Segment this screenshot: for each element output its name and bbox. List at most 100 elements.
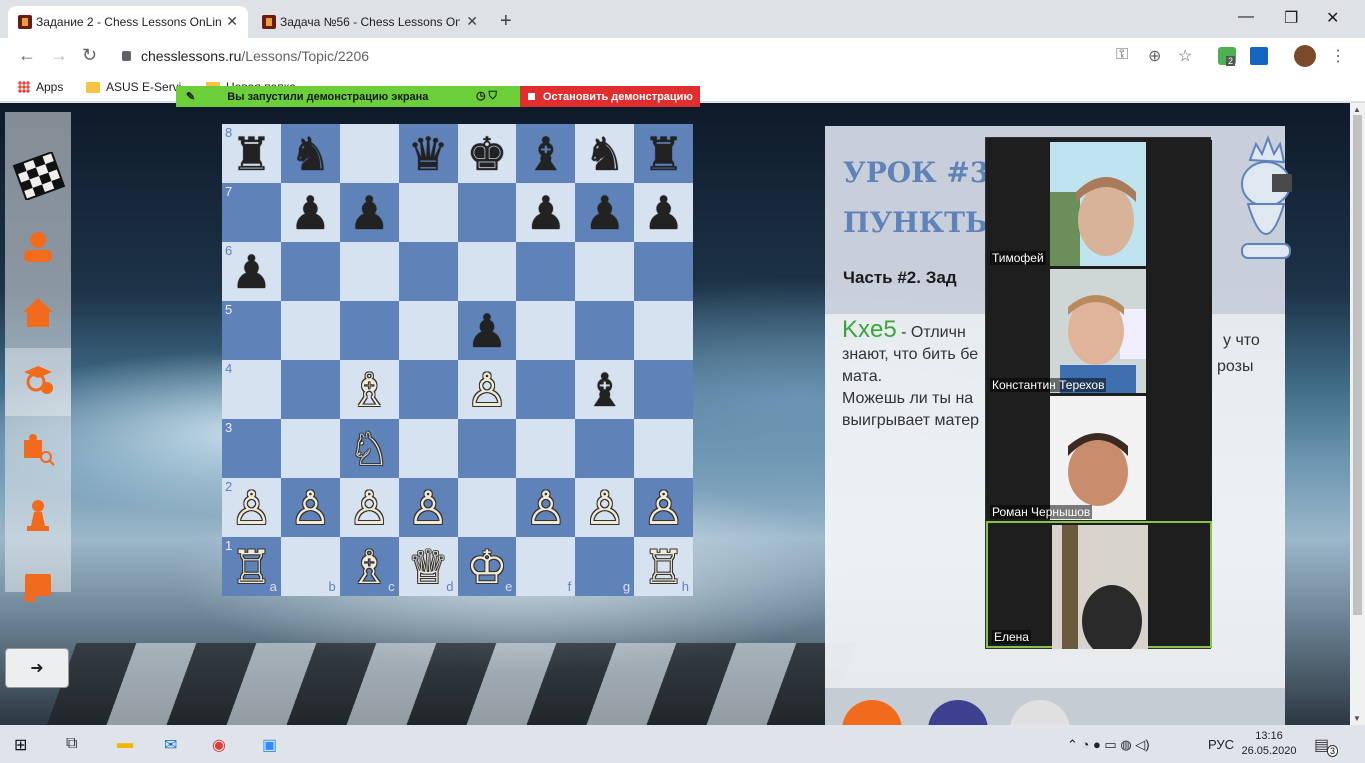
chrome-icon[interactable]: ◉ [212,735,226,755]
square-b8[interactable]: ♞ [280,124,340,183]
logout-button[interactable]: ➜ [5,648,69,688]
pawn-icon[interactable] [21,498,55,532]
square-f3[interactable] [516,419,576,478]
chess-piece-icon[interactable]: ♕ [407,544,448,590]
chess-piece-icon[interactable]: ♘ [349,426,390,472]
chessboard-icon[interactable] [9,152,69,200]
square-f8[interactable]: ♝ [516,124,576,183]
scroll-down-icon[interactable]: ▼ [1353,714,1361,723]
drag-handle-icon[interactable]: ✎ [186,90,195,103]
chess-piece-icon[interactable]: ♟ [643,190,684,236]
page-scrollbar[interactable]: ▲ ▼ [1350,103,1365,725]
square-a3[interactable]: 3 [222,419,281,478]
student-icon[interactable] [21,362,55,396]
bookmark-asus[interactable]: ASUS E-Servi [86,80,181,94]
windows-start-icon[interactable]: ⊞ [14,735,27,755]
square-c5[interactable] [339,301,399,360]
chess-piece-icon[interactable]: ♖ [643,544,684,590]
square-g5[interactable] [575,301,635,360]
square-h5[interactable] [634,301,693,360]
square-a7[interactable]: 7 [222,183,281,242]
square-e5[interactable]: ♟ [457,301,517,360]
chess-piece-icon[interactable]: ♙ [466,367,507,413]
square-g3[interactable] [575,419,635,478]
chess-piece-icon[interactable]: ♙ [349,485,390,531]
chess-piece-icon[interactable]: ♙ [643,485,684,531]
chess-piece-icon[interactable]: ♟ [466,308,507,354]
square-e3[interactable] [457,419,517,478]
chess-piece-icon[interactable]: ♙ [290,485,331,531]
square-g6[interactable] [575,242,635,301]
participant-tile-active[interactable]: Елена [986,521,1212,649]
chess-piece-icon[interactable]: ♞ [290,131,331,177]
scroll-up-icon[interactable]: ▲ [1353,105,1361,114]
back-button[interactable]: ← [18,45,36,66]
task-view-icon[interactable]: ⧉ [66,735,77,753]
language-indicator[interactable]: РУС [1208,737,1234,752]
close-tab-icon[interactable]: ✕ [466,13,478,30]
chess-piece-icon[interactable]: ♞ [584,131,625,177]
chess-piece-icon[interactable]: ♙ [407,485,448,531]
chess-piece-icon[interactable]: ♗ [349,544,390,590]
square-d7[interactable] [398,183,458,242]
square-g8[interactable]: ♞ [575,124,635,183]
square-a8[interactable]: 8 ♜ [222,124,281,183]
tray-icons[interactable]: ⌃ ◔ ● ▭ ◍ ◁) [1067,737,1150,753]
square-e7[interactable] [457,183,517,242]
close-tab-icon[interactable]: ✕ [226,13,238,30]
square-f6[interactable] [516,242,576,301]
new-tab-button[interactable]: + [500,10,512,33]
square-h6[interactable] [634,242,693,301]
square-c1[interactable]: c ♗ [339,537,399,596]
chess-piece-icon[interactable]: ♜ [231,131,272,177]
square-f1[interactable]: f [516,537,576,596]
square-h3[interactable] [634,419,693,478]
menu-icon[interactable]: ⋮ [1330,46,1346,66]
chess-piece-icon[interactable]: ♜ [643,131,684,177]
square-f7[interactable]: ♟ [516,183,576,242]
square-d1[interactable]: d ♕ [398,537,458,596]
chess-piece-icon[interactable]: ♝ [525,131,566,177]
square-h7[interactable]: ♟ [634,183,693,242]
square-h2[interactable]: ♙ [634,478,693,537]
star-icon[interactable]: ☆ [1178,46,1192,66]
book-icon[interactable] [21,570,55,604]
chess-piece-icon[interactable]: ♟ [584,190,625,236]
square-h4[interactable] [634,360,693,419]
square-b7[interactable]: ♟ [280,183,340,242]
stop-share-button[interactable]: Остановить демонстрацию [520,86,700,107]
square-a2[interactable]: 2 ♙ [222,478,281,537]
mail-icon[interactable]: ✉ [164,735,177,755]
square-a5[interactable]: 5 [222,301,281,360]
file-explorer-icon[interactable]: ▬ [117,735,133,753]
puzzle-search-icon[interactable] [21,432,55,466]
square-b3[interactable] [280,419,340,478]
chessboard[interactable]: 8 ♜ ♞ ♛ ♚ ♝ ♞ ♜ 7 ♟ ♟ ♟ ♟ ♟ 6 ♟ 5 ♟ 4 ♗ ♙ ♝ 3 ♘ 2 ♙ ♙ ♙ ♙ ♙ ♙ ♙ 1 a ♖ b c ♗ d ♕… [222,124,693,596]
square-e6[interactable] [457,242,517,301]
chess-piece-icon[interactable]: ♙ [231,485,272,531]
scrollbar-thumb[interactable] [1353,115,1362,615]
home-icon[interactable] [21,295,55,329]
square-g4[interactable]: ♝ [575,360,635,419]
chess-piece-icon[interactable]: ♟ [231,249,272,295]
square-e2[interactable] [457,478,517,537]
square-e4[interactable]: ♙ [457,360,517,419]
square-g7[interactable]: ♟ [575,183,635,242]
square-d5[interactable] [398,301,458,360]
profile-avatar[interactable] [1294,45,1316,67]
tab-lesson[interactable]: Задание 2 - Chess Lessons OnLin ✕ [8,6,248,38]
participant-tile[interactable]: Константин Терехов [986,267,1212,394]
square-b4[interactable] [280,360,340,419]
tab-task[interactable]: Задача №56 - Chess Lessons On ✕ [252,6,488,38]
reload-button[interactable]: ↻ [82,45,97,66]
square-a1[interactable]: 1 a ♖ [222,537,281,596]
minimize-button[interactable]: — [1238,8,1254,26]
chess-piece-icon[interactable]: ♟ [525,190,566,236]
square-c2[interactable]: ♙ [339,478,399,537]
square-e1[interactable]: e ♔ [457,537,517,596]
square-c7[interactable]: ♟ [339,183,399,242]
chess-piece-icon[interactable]: ♙ [584,485,625,531]
participant-tile[interactable]: Роман Чернышов [986,394,1212,521]
square-e8[interactable]: ♚ [457,124,517,183]
chess-piece-icon[interactable]: ♔ [466,544,507,590]
